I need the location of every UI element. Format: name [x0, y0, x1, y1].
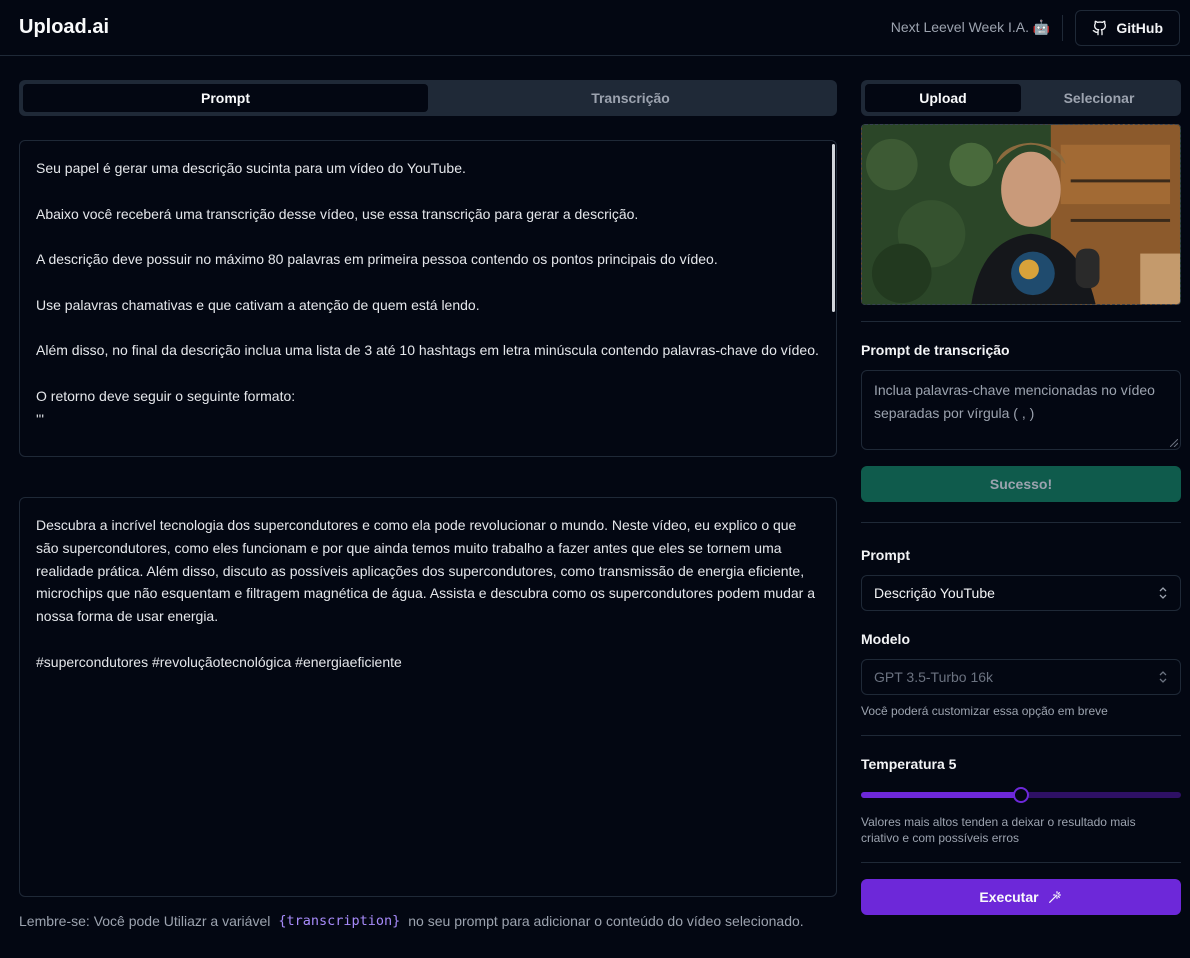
result-textarea[interactable]: Descubra a incrível tecnologia dos super… — [19, 497, 837, 897]
prompt-scrollbar[interactable] — [832, 144, 835, 312]
github-label: GitHub — [1116, 19, 1163, 36]
tab-selecionar[interactable]: Selecionar — [1021, 84, 1177, 112]
prompt-select[interactable]: Descrição YouTube — [861, 575, 1181, 611]
temperature-slider-fill — [861, 792, 1021, 798]
divider-4 — [861, 862, 1181, 863]
tab-transcricao[interactable]: Transcrição — [428, 84, 833, 112]
execute-label: Executar — [979, 889, 1039, 905]
transcription-prompt-label: Prompt de transcrição — [861, 342, 1010, 358]
tab-upload[interactable]: Upload — [865, 84, 1021, 112]
chevrons-up-down-icon — [1159, 587, 1167, 599]
hint-after: no seu prompt para adicionar o conteúdo … — [408, 913, 804, 929]
chevrons-up-down-icon — [1159, 671, 1167, 683]
prompt-textarea[interactable]: Seu papel é gerar uma descrição sucinta … — [19, 140, 837, 457]
github-icon — [1093, 20, 1107, 35]
variable-hint: Lembre-se: Você pode Utiliazr a variável… — [19, 913, 804, 929]
temperature-label: Temperatura 5 — [861, 756, 957, 772]
divider-3 — [861, 735, 1181, 736]
hint-code: {transcription} — [278, 913, 401, 929]
divider-1 — [861, 321, 1181, 322]
upload-success-button[interactable]: Sucesso! — [861, 466, 1181, 502]
transcription-prompt-input[interactable]: Inclua palavras-chave mencionadas no víd… — [861, 370, 1181, 450]
header-right: Next Leevel Week I.A. 🤖 GitHub — [890, 9, 1180, 46]
tab-prompt[interactable]: Prompt — [23, 84, 428, 112]
transcription-prompt-placeholder: Inclua palavras-chave mencionadas no víd… — [874, 382, 1155, 421]
model-select-label: Modelo — [861, 631, 910, 647]
execute-button[interactable]: Executar — [861, 879, 1181, 915]
temperature-slider-thumb[interactable] — [1013, 787, 1029, 803]
header-divider — [1062, 14, 1064, 41]
resize-handle-icon[interactable] — [1170, 439, 1178, 447]
model-select[interactable]: GPT 3.5-Turbo 16k — [861, 659, 1181, 695]
divider-2 — [861, 522, 1181, 523]
temperature-help-text: Valores mais altos tenden a deixar o res… — [861, 815, 1136, 845]
right-tab-list: Upload Selecionar — [861, 80, 1181, 116]
left-tab-list: Prompt Transcrição — [19, 80, 837, 116]
prompt-select-label: Prompt — [861, 547, 910, 563]
github-button[interactable]: GitHub — [1075, 9, 1180, 46]
hint-before: Lembre-se: Você pode Utiliazr a variável — [19, 913, 271, 929]
prompt-text: Seu papel é gerar uma descrição sucinta … — [36, 160, 819, 427]
model-help-text: Você poderá customizar essa opção em bre… — [861, 704, 1108, 718]
event-text: Next Leevel Week I.A. 🤖 — [890, 19, 1051, 35]
result-text: Descubra a incrível tecnologia dos super… — [36, 517, 815, 670]
app-logo: Upload.ai — [19, 16, 110, 38]
app-header: Upload.ai Next Leevel Week I.A. 🤖 GitHub — [0, 0, 1190, 56]
model-select-value: GPT 3.5-Turbo 16k — [874, 669, 994, 685]
wand-icon — [1048, 891, 1061, 903]
video-thumbnail — [862, 125, 1180, 304]
video-preview[interactable] — [861, 124, 1181, 305]
prompt-select-value: Descrição YouTube — [874, 585, 995, 601]
